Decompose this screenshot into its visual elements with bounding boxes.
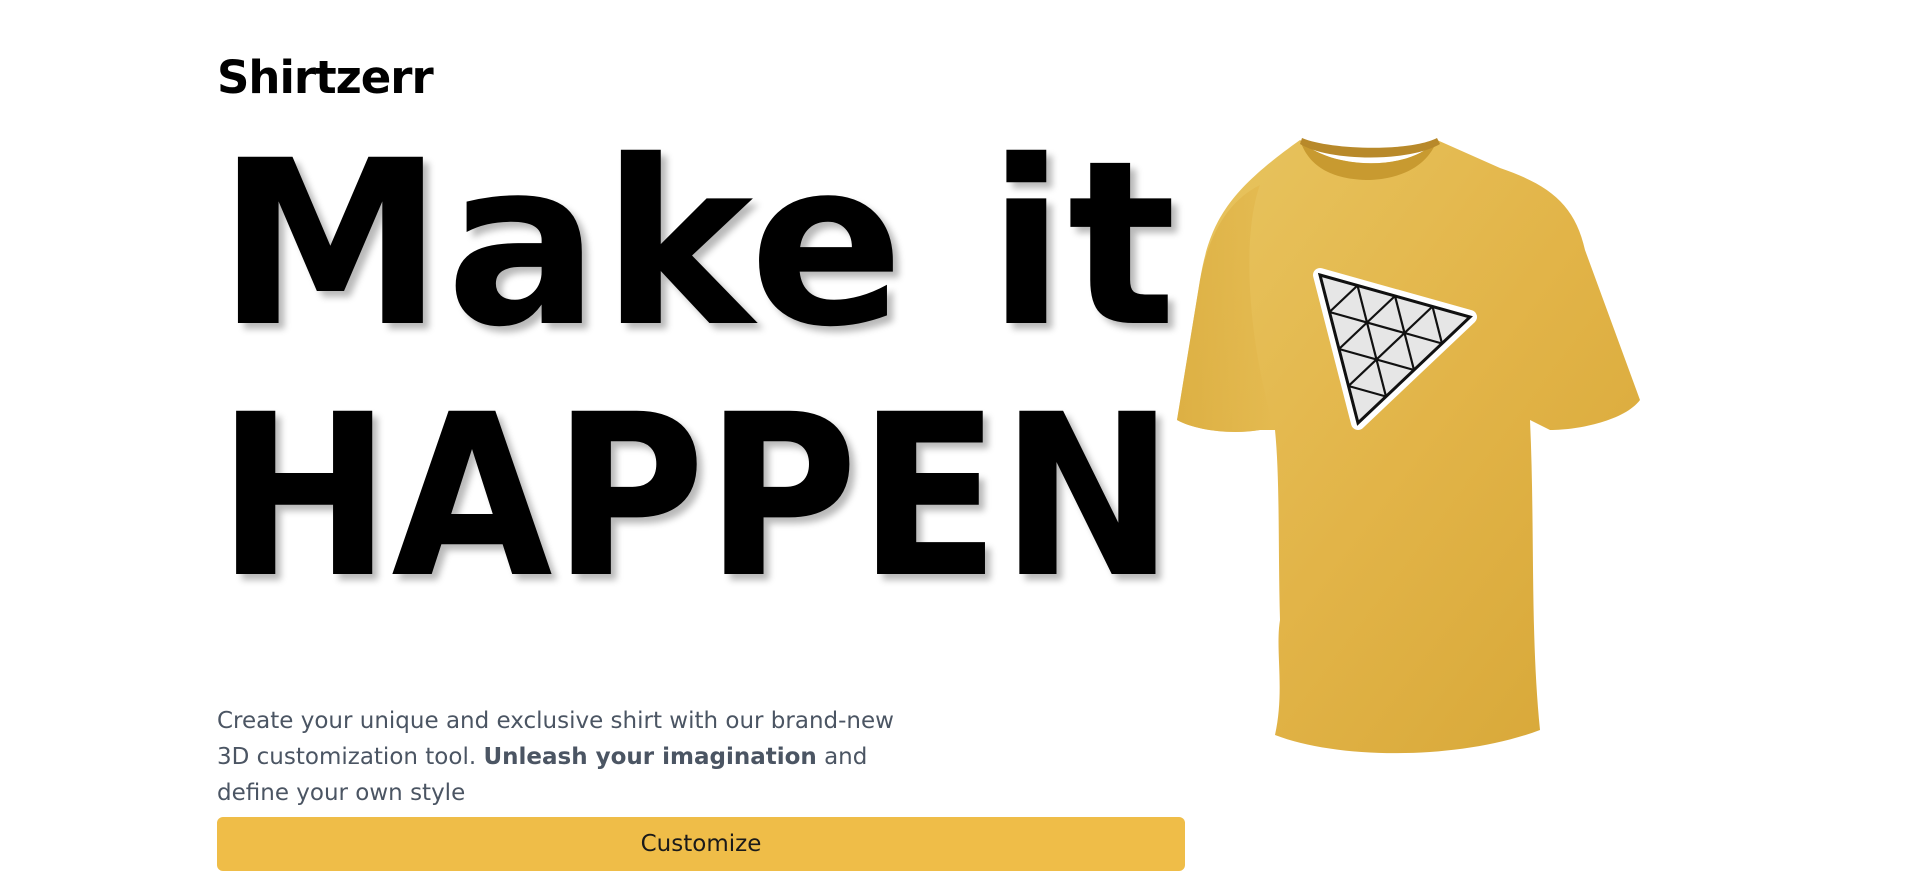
hero-description: Create your unique and exclusive shirt w…	[217, 703, 907, 811]
customize-button[interactable]: Customize	[217, 817, 1185, 871]
description-emphasis: Unleash your imagination	[483, 744, 817, 770]
tshirt-icon	[1177, 138, 1640, 754]
landing-page: Shirtzerr Make it HAPPEN Create your uni…	[0, 0, 1920, 883]
brand-logo: Shirtzerr	[217, 51, 434, 104]
headline-line-2: HAPPEN	[217, 366, 1175, 627]
